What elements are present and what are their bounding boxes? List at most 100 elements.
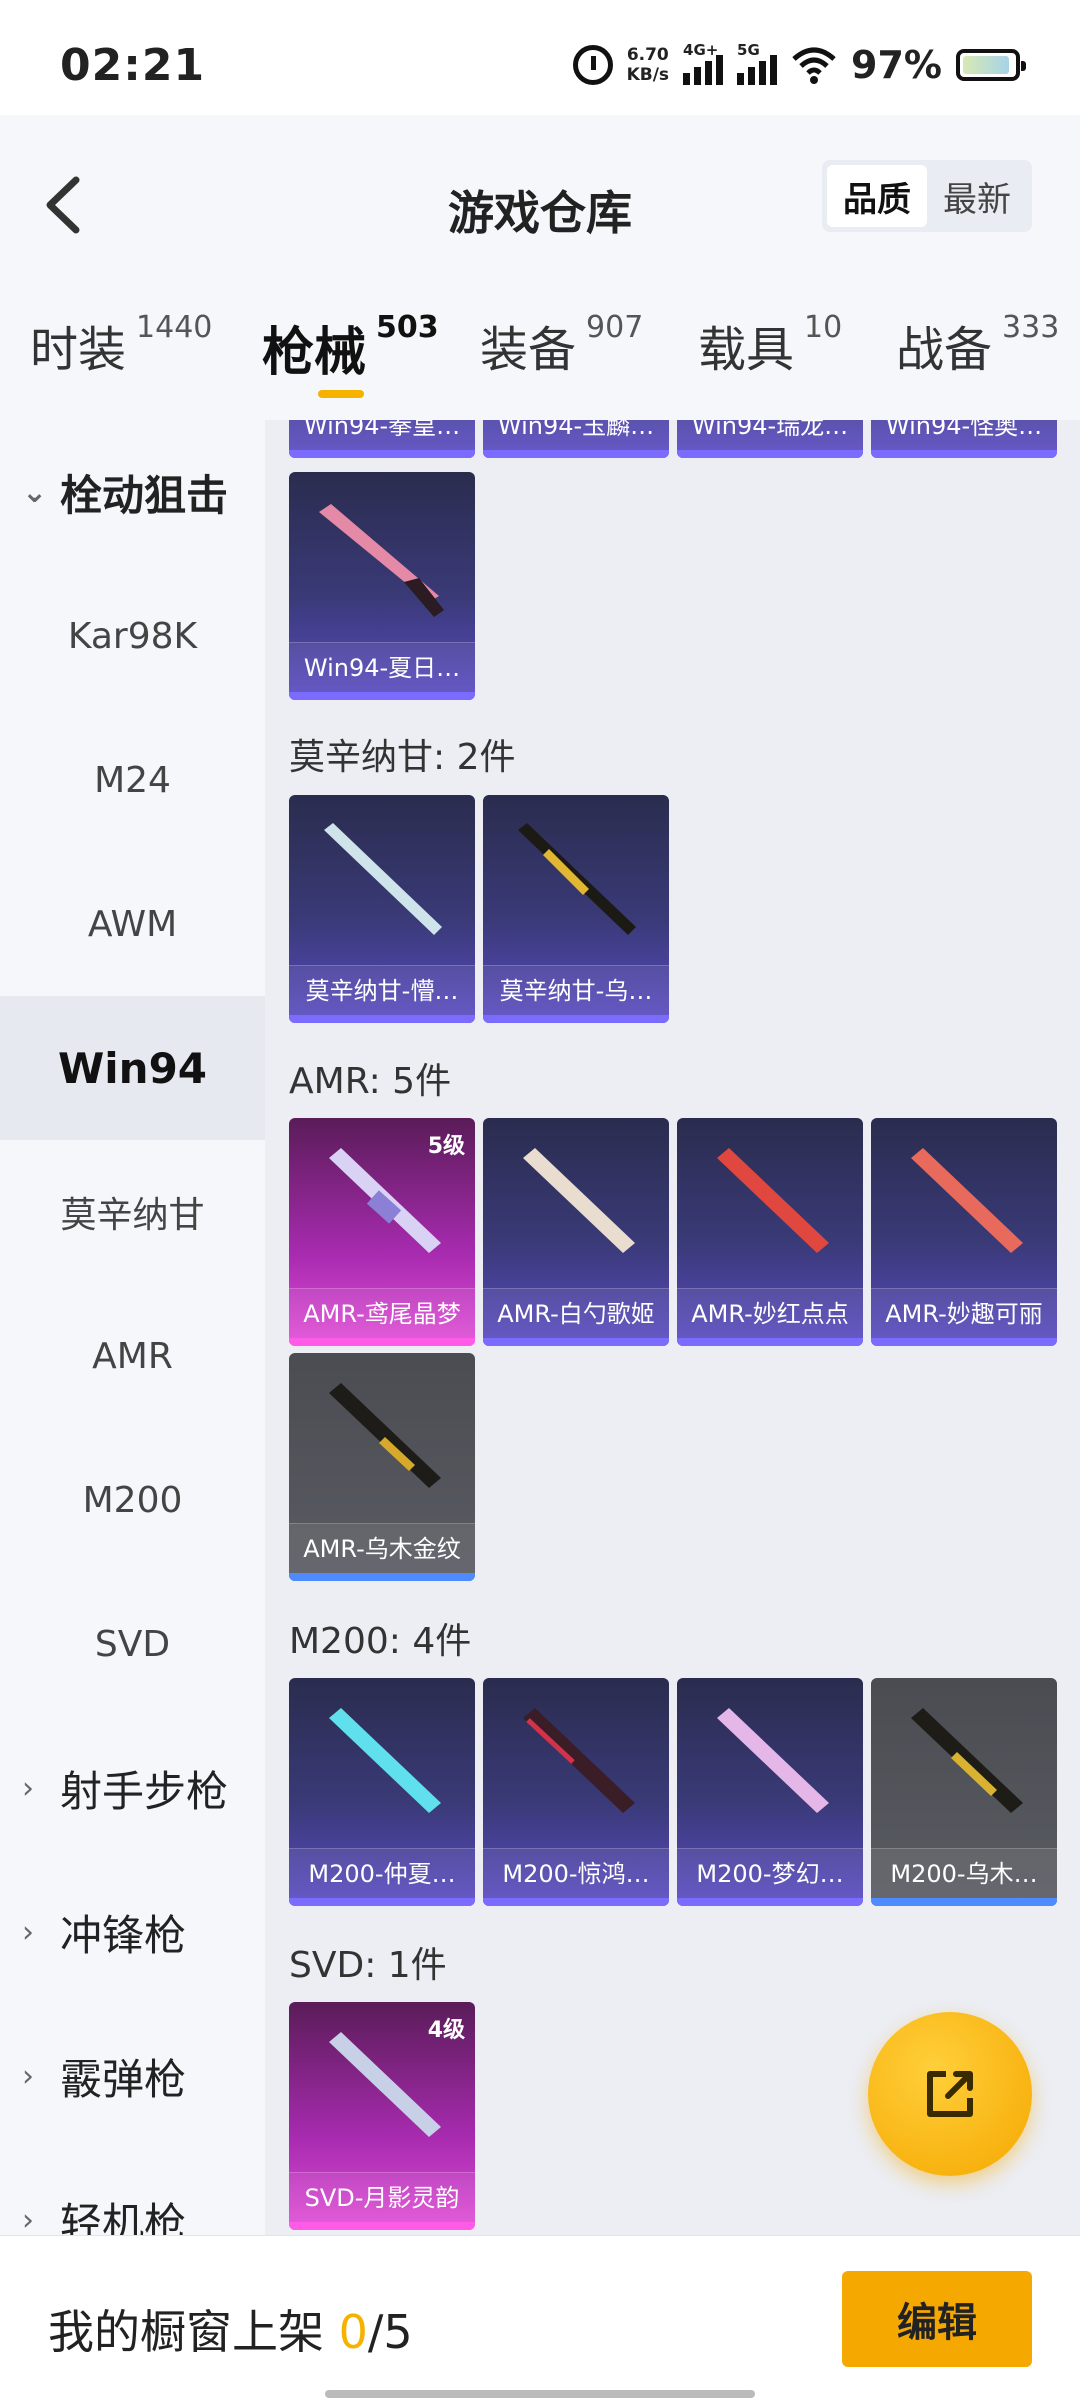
sort-toggle: 品质 最新 [822, 160, 1032, 232]
tab-label: 时装 [30, 322, 127, 378]
rifle-icon [717, 1148, 829, 1253]
battery-percent: 97% [851, 43, 942, 87]
home-indicator[interactable] [325, 2390, 755, 2398]
item-card[interactable]: Win94-拳皇… [289, 420, 475, 458]
item-name: 莫辛纳甘-懵… [289, 965, 475, 1015]
sidebar-item-awm[interactable]: AWM [0, 852, 265, 996]
item-card[interactable]: Win94-夏日… [289, 472, 475, 700]
item-grid: Win94-拳皇… Win94-玉麟… Win94-瑞龙… Win94-怪奥… … [265, 420, 1080, 2235]
item-name: SVD-月影灵韵 [289, 2172, 475, 2222]
item-card[interactable]: 莫辛纳甘-乌… [483, 795, 669, 1023]
item-name: 莫辛纳甘-乌… [483, 965, 669, 1015]
item-card[interactable]: Win94-瑞龙… [677, 420, 863, 458]
showcase-current: 0 [338, 2305, 368, 2359]
tab-count: 333 [1002, 310, 1060, 345]
signal-5g-icon: 5G [737, 41, 778, 85]
section-title-amr: AMR: 5件 [289, 1061, 452, 1102]
sidebar-item-m24[interactable]: M24 [0, 708, 265, 852]
tab-label: 装备 [480, 322, 577, 378]
item-card[interactable]: 4级 SVD-月影灵韵 [289, 2002, 475, 2230]
showcase-count: 我的橱窗上架 0/5 [48, 2296, 413, 2362]
item-name: M200-梦幻… [677, 1848, 863, 1898]
item-name: M200-仲夏… [289, 1848, 475, 1898]
sidebar-item-m200[interactable]: M200 [0, 1428, 265, 1572]
rifle-icon [523, 1708, 635, 1813]
tab-guns[interactable]: 枪械 503 [262, 310, 439, 385]
sidebar-item-win94[interactable]: Win94 [0, 996, 265, 1140]
edit-button[interactable]: 编辑 [842, 2271, 1032, 2367]
tab-vehicles[interactable]: 载具 10 [698, 310, 842, 380]
battery-icon [956, 49, 1026, 81]
rifle-icon [523, 1148, 635, 1253]
item-card[interactable]: AMR-妙趣可丽 [871, 1118, 1057, 1346]
item-card[interactable]: 莫辛纳甘-懵… [289, 795, 475, 1023]
item-name: Win94-怪奥… [871, 420, 1057, 450]
rifle-icon [717, 1708, 829, 1813]
chevron-right-icon: › [22, 1914, 34, 1950]
status-time: 02:21 [60, 40, 206, 91]
showcase-bar: 我的橱窗上架 0/5 编辑 [0, 2235, 1080, 2400]
sidebar-group-bolt-sniper[interactable]: ⌄ 栓动狙击 [0, 420, 265, 564]
item-card[interactable]: M200-惊鸿… [483, 1678, 669, 1906]
category-tabs: 时装 1440 枪械 503 装备 907 载具 10 战备 333 [0, 290, 1080, 420]
share-button[interactable] [868, 2012, 1032, 2176]
item-card[interactable]: AMR-乌木金纹 [289, 1353, 475, 1581]
sort-latest[interactable]: 最新 [927, 165, 1027, 227]
sidebar-group-lmg[interactable]: › 轻机枪 [0, 2148, 265, 2236]
rifle-icon [518, 823, 636, 935]
item-card[interactable]: AMR-白勺歌姬 [483, 1118, 669, 1346]
rifle-icon [329, 1148, 441, 1253]
sidebar-item-amr[interactable]: AMR [0, 1284, 265, 1428]
item-card[interactable]: M200-梦幻… [677, 1678, 863, 1906]
status-bar: 02:21 6.70 KB/s 4G+ 5G 97% [0, 0, 1080, 115]
active-tab-indicator [318, 390, 364, 398]
rifle-icon [329, 1708, 441, 1813]
sidebar-group-label: 冲锋枪 [60, 1910, 187, 1960]
section-title-svd: SVD: 1件 [289, 1945, 447, 1986]
external-link-icon [927, 2071, 973, 2117]
tab-fashion[interactable]: 时装 1440 [30, 310, 212, 380]
item-card[interactable]: AMR-妙红点点 [677, 1118, 863, 1346]
item-name: Win94-玉麟… [483, 420, 669, 450]
item-card[interactable]: M200-乌木… [871, 1678, 1057, 1906]
sidebar-group-label: 射手步枪 [60, 1766, 229, 1816]
showcase-label: 我的橱窗上架 [48, 2305, 339, 2359]
sidebar-group-shotgun[interactable]: › 霰弹枪 [0, 2004, 265, 2148]
wifi-icon [791, 45, 837, 85]
item-name: M200-惊鸿… [483, 1848, 669, 1898]
sort-quality[interactable]: 品质 [827, 165, 927, 227]
item-name: M200-乌木… [871, 1848, 1057, 1898]
rifle-icon [329, 1383, 441, 1488]
showcase-total: /5 [367, 2305, 413, 2359]
item-card[interactable]: Win94-玉麟… [483, 420, 669, 458]
tab-count: 503 [376, 310, 439, 345]
item-card[interactable]: 5级 AMR-鸢尾晶梦 [289, 1118, 475, 1346]
sidebar-group-smg[interactable]: › 冲锋枪 [0, 1860, 265, 2004]
signal-4g-label: 4G+ [683, 41, 719, 59]
item-name: Win94-夏日… [289, 642, 475, 692]
sidebar-item-svd[interactable]: SVD [0, 1572, 265, 1716]
rifle-icon [911, 1148, 1023, 1253]
sidebar-group-marksman[interactable]: › 射手步枪 [0, 1716, 265, 1860]
sidebar-group-label: 栓动狙击 [60, 470, 229, 520]
item-card[interactable]: M200-仲夏… [289, 1678, 475, 1906]
net-speed-value: 6.70 [626, 45, 669, 65]
rifle-icon [911, 1708, 1023, 1813]
sidebar-item-mosin[interactable]: 莫辛纳甘 [0, 1140, 265, 1284]
status-icons: 6.70 KB/s 4G+ 5G 97% [572, 40, 1026, 90]
tab-equipment[interactable]: 装备 907 [480, 310, 643, 380]
tab-supplies[interactable]: 战备 333 [896, 310, 1059, 380]
sidebar-group-label: 霰弹枪 [60, 2054, 187, 2104]
sidebar-group-label: 轻机枪 [60, 2198, 187, 2236]
alarm-icon [572, 45, 613, 85]
net-speed-unit: KB/s [626, 65, 670, 85]
item-name: Win94-瑞龙… [677, 420, 863, 450]
rifle-icon [324, 823, 442, 935]
item-card[interactable]: Win94-怪奥… [871, 420, 1057, 458]
tab-label: 载具 [698, 322, 795, 378]
sidebar-item-kar98k[interactable]: Kar98K [0, 564, 265, 708]
tab-label: 枪械 [262, 323, 367, 383]
section-title-mosin: 莫辛纳甘: 2件 [289, 737, 516, 778]
item-name: AMR-妙趣可丽 [871, 1288, 1057, 1338]
tab-count: 10 [804, 310, 843, 345]
